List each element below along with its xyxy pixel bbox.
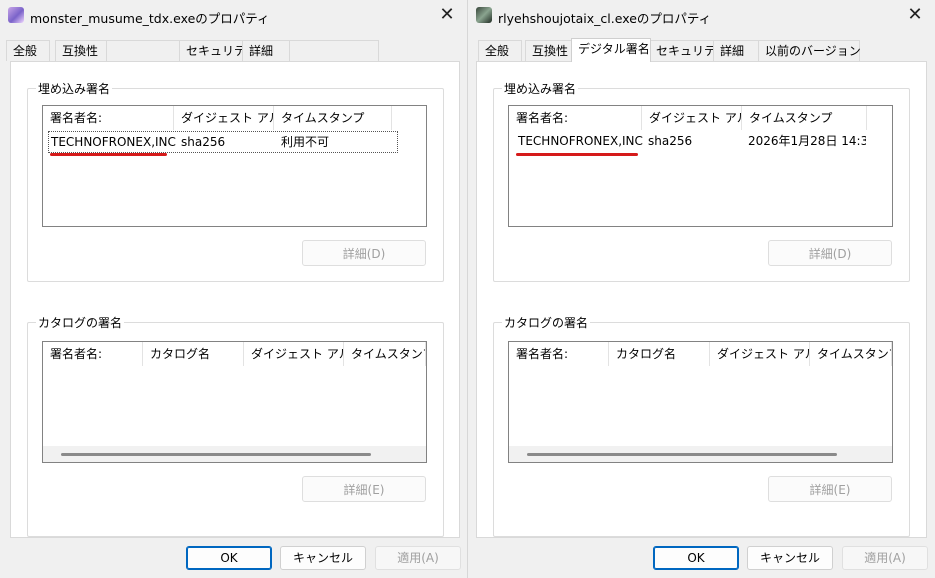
- tab-details[interactable]: 詳細: [242, 40, 292, 61]
- tab-security[interactable]: セキュリティ: [179, 40, 257, 61]
- close-icon[interactable]: ✕: [435, 3, 459, 27]
- list-header: 署名者名: ダイジェスト アル... タイムスタンプ: [509, 106, 892, 130]
- tab-panel: 埋め込み署名 署名者名: ダイジェスト アル... タイムスタンプ TECHNO…: [476, 61, 927, 538]
- column-header-digest[interactable]: ダイジェスト アル...: [710, 342, 810, 366]
- details-button[interactable]: 詳細(E): [302, 476, 426, 502]
- digest-algorithm: sha256: [648, 134, 693, 148]
- tab-previous-versions[interactable]: 以前のバージョン: [758, 40, 861, 61]
- column-header-timestamp[interactable]: タイムスタンプ: [810, 342, 892, 366]
- embedded-signatures-list[interactable]: 署名者名: ダイジェスト アル... タイムスタンプ TECHNOFRONEX,…: [42, 105, 427, 227]
- tab-general[interactable]: 全般: [6, 40, 50, 61]
- signer-name: TECHNOFRONEX,INC.: [51, 135, 176, 149]
- group-label: カタログの署名: [36, 314, 125, 331]
- tab-compatibility[interactable]: 互換性: [525, 40, 577, 61]
- details-button[interactable]: 詳細(D): [768, 240, 892, 266]
- group-label: 埋め込み署名: [36, 80, 113, 97]
- column-header-digest[interactable]: ダイジェスト アル...: [642, 106, 742, 130]
- tab-blank[interactable]: _: [106, 40, 182, 61]
- tab-details[interactable]: 詳細: [713, 40, 763, 61]
- column-header-signer[interactable]: 署名者名:: [43, 106, 174, 130]
- scrollbar-thumb[interactable]: [61, 453, 371, 456]
- horizontal-scrollbar[interactable]: [509, 446, 892, 462]
- catalog-signatures-list[interactable]: 署名者名: カタログ名 ダイジェスト アル... タイムスタンプ: [42, 341, 427, 463]
- column-header-timestamp[interactable]: タイムスタンプ: [274, 106, 392, 130]
- app-icon: [8, 7, 24, 23]
- digest-algorithm: sha256: [181, 135, 226, 149]
- catalog-signatures-group: カタログの署名 署名者名: カタログ名 ダイジェスト アル... タイムスタンプ…: [27, 314, 444, 537]
- tab-general[interactable]: 全般: [478, 40, 522, 61]
- column-header-timestamp[interactable]: タイムスタンプ: [742, 106, 867, 130]
- title-bar[interactable]: monster_musume_tdx.exeのプロパティ ✕: [0, 0, 467, 32]
- scrollbar-thumb[interactable]: [527, 453, 837, 456]
- horizontal-scrollbar[interactable]: [43, 446, 426, 462]
- tab-blank[interactable]: _: [289, 40, 379, 61]
- cancel-button[interactable]: キャンセル: [747, 546, 833, 570]
- window-title: monster_musume_tdx.exeのプロパティ: [30, 11, 270, 26]
- embedded-signatures-list[interactable]: 署名者名: ダイジェスト アル... タイムスタンプ TECHNOFRONEX,…: [508, 105, 893, 227]
- embedded-signatures-group: 埋め込み署名 署名者名: ダイジェスト アル... タイムスタンプ TECHNO…: [493, 80, 910, 282]
- column-header-signer[interactable]: 署名者名:: [509, 106, 642, 130]
- group-label: 埋め込み署名: [502, 80, 579, 97]
- ok-button[interactable]: OK: [186, 546, 272, 570]
- catalog-signatures-list[interactable]: 署名者名: カタログ名 ダイジェスト アル... タイムスタンプ: [508, 341, 893, 463]
- embedded-signatures-group: 埋め込み署名 署名者名: ダイジェスト アル... タイムスタンプ TECHNO…: [27, 80, 444, 282]
- cancel-button[interactable]: キャンセル: [280, 546, 366, 570]
- list-item[interactable]: TECHNOFRONEX,INC. sha256 利用不可: [48, 131, 398, 153]
- group-label: カタログの署名: [502, 314, 591, 331]
- properties-window-right: rlyehshoujotaix_cl.exeのプロパティ ✕ 全般 互換性 デジ…: [468, 0, 935, 578]
- apply-button[interactable]: 適用(A): [842, 546, 928, 570]
- ok-button[interactable]: OK: [653, 546, 739, 570]
- catalog-signatures-group: カタログの署名 署名者名: カタログ名 ダイジェスト アル... タイムスタンプ…: [493, 314, 910, 537]
- close-icon[interactable]: ✕: [903, 3, 927, 27]
- list-header: 署名者名: カタログ名 ダイジェスト アル... タイムスタンプ: [509, 342, 892, 366]
- red-underline-annotation: [516, 153, 638, 156]
- list-item[interactable]: TECHNOFRONEX,INC. sha256 2026年1月28日 14:3…: [514, 131, 866, 151]
- column-header-digest[interactable]: ダイジェスト アル...: [244, 342, 344, 366]
- signer-name: TECHNOFRONEX,INC.: [518, 134, 643, 148]
- details-button[interactable]: 詳細(E): [768, 476, 892, 502]
- window-title: rlyehshoujotaix_cl.exeのプロパティ: [498, 11, 712, 26]
- column-header-catalog[interactable]: カタログ名: [609, 342, 710, 366]
- title-bar[interactable]: rlyehshoujotaix_cl.exeのプロパティ ✕: [468, 0, 935, 32]
- tab-security[interactable]: セキュリティ: [649, 40, 727, 61]
- tab-compatibility[interactable]: 互換性: [55, 40, 107, 61]
- tab-panel: 埋め込み署名 署名者名: ダイジェスト アル... タイムスタンプ TECHNO…: [10, 61, 460, 538]
- tab-strip: 全般 互換性 _ セキュリティ 詳細 _: [6, 40, 461, 62]
- tab-digital-signatures[interactable]: デジタル署名: [571, 38, 651, 62]
- apply-button[interactable]: 適用(A): [375, 546, 461, 570]
- timestamp: 2026年1月28日 14:3...: [748, 134, 866, 148]
- details-button[interactable]: 詳細(D): [302, 240, 426, 266]
- column-header-timestamp[interactable]: タイムスタンプ: [344, 342, 426, 366]
- red-underline-annotation: [50, 153, 167, 156]
- timestamp: 利用不可: [281, 135, 330, 149]
- column-header-digest[interactable]: ダイジェスト アル...: [174, 106, 274, 130]
- properties-window-left: monster_musume_tdx.exeのプロパティ ✕ 全般 互換性 _ …: [0, 0, 468, 578]
- tab-strip: 全般 互換性 デジタル署名 セキュリティ 詳細 以前のバージョン: [474, 38, 929, 62]
- app-icon: [476, 7, 492, 23]
- column-header-signer[interactable]: 署名者名:: [43, 342, 143, 366]
- column-header-signer[interactable]: 署名者名:: [509, 342, 609, 366]
- column-header-catalog[interactable]: カタログ名: [143, 342, 244, 366]
- list-header: 署名者名: ダイジェスト アル... タイムスタンプ: [43, 106, 426, 130]
- list-header: 署名者名: カタログ名 ダイジェスト アル... タイムスタンプ: [43, 342, 426, 366]
